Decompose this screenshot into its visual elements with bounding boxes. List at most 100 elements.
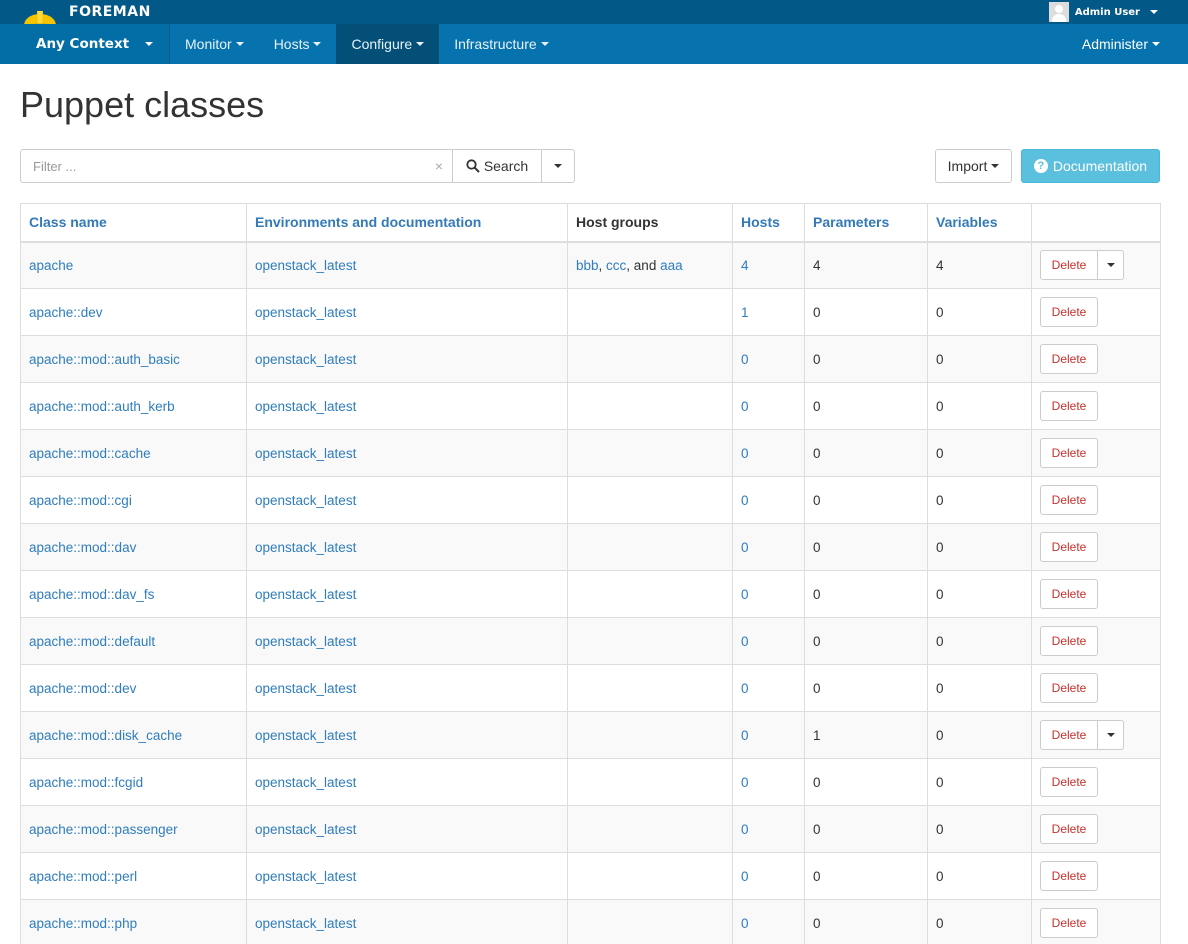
search-button[interactable]: Search bbox=[453, 149, 542, 183]
delete-button[interactable]: Delete bbox=[1040, 532, 1098, 562]
hosts-count-link[interactable]: 0 bbox=[741, 352, 749, 367]
parameters-cell: 0 bbox=[804, 617, 928, 665]
environment-link[interactable]: openstack_latest bbox=[255, 446, 356, 461]
host-group-link[interactable]: aaa bbox=[660, 258, 683, 273]
parameters-count: 0 bbox=[813, 492, 821, 508]
environment-link[interactable]: openstack_latest bbox=[255, 399, 356, 414]
actions-cell: Delete bbox=[1031, 899, 1161, 944]
environment-link[interactable]: openstack_latest bbox=[255, 869, 356, 884]
delete-button[interactable]: Delete bbox=[1040, 297, 1098, 327]
environment-link[interactable]: openstack_latest bbox=[255, 634, 356, 649]
delete-button[interactable]: Delete bbox=[1040, 767, 1098, 797]
delete-button[interactable]: Delete bbox=[1040, 720, 1098, 750]
hosts-count-link[interactable]: 0 bbox=[741, 587, 749, 602]
environment-cell: openstack_latest bbox=[246, 429, 568, 477]
bookmarks-dropdown[interactable] bbox=[541, 149, 575, 183]
delete-button[interactable]: Delete bbox=[1040, 814, 1098, 844]
documentation-button[interactable]: ? Documentation bbox=[1021, 149, 1160, 183]
environment-link[interactable]: openstack_latest bbox=[255, 540, 356, 555]
hosts-count-link[interactable]: 0 bbox=[741, 446, 749, 461]
hosts-count-link[interactable]: 0 bbox=[741, 775, 749, 790]
environment-link[interactable]: openstack_latest bbox=[255, 916, 356, 931]
nav-monitor[interactable]: Monitor bbox=[170, 24, 259, 64]
header-variables[interactable]: Variables bbox=[927, 203, 1032, 243]
environment-link[interactable]: openstack_latest bbox=[255, 352, 356, 367]
header-environments[interactable]: Environments and documentation bbox=[246, 203, 568, 243]
class-name-link[interactable]: apache::mod::php bbox=[29, 916, 137, 931]
delete-button[interactable]: Delete bbox=[1040, 344, 1098, 374]
delete-button[interactable]: Delete bbox=[1040, 485, 1098, 515]
hosts-count-link[interactable]: 0 bbox=[741, 728, 749, 743]
class-name-link[interactable]: apache::mod::passenger bbox=[29, 822, 178, 837]
table-body: apache openstack_latest bbb, ccc, and aaa 4… bbox=[20, 241, 1161, 944]
class-name-link[interactable]: apache::mod::dav_fs bbox=[29, 587, 154, 602]
environment-link[interactable]: openstack_latest bbox=[255, 305, 356, 320]
environment-link[interactable]: openstack_latest bbox=[255, 775, 356, 790]
nav-infrastructure[interactable]: Infrastructure bbox=[439, 24, 563, 64]
delete-button[interactable]: Delete bbox=[1040, 673, 1098, 703]
environment-link[interactable]: openstack_latest bbox=[255, 587, 356, 602]
hosts-count-link[interactable]: 0 bbox=[741, 493, 749, 508]
delete-button[interactable]: Delete bbox=[1040, 626, 1098, 656]
class-name-link[interactable]: apache::mod::fcgid bbox=[29, 775, 143, 790]
host-group-separator: , and bbox=[626, 257, 661, 273]
nav-administer[interactable]: Administer bbox=[1082, 24, 1160, 64]
class-name-link[interactable]: apache::mod::auth_basic bbox=[29, 352, 180, 367]
hosts-count-link[interactable]: 1 bbox=[741, 305, 749, 320]
delete-button[interactable]: Delete bbox=[1040, 861, 1098, 891]
hosts-count-link[interactable]: 0 bbox=[741, 634, 749, 649]
actions-cell: Delete bbox=[1031, 852, 1161, 900]
delete-button[interactable]: Delete bbox=[1040, 579, 1098, 609]
environment-cell: openstack_latest bbox=[246, 758, 568, 806]
search-input[interactable]: Filter ... × bbox=[20, 149, 453, 183]
environment-link[interactable]: openstack_latest bbox=[255, 728, 356, 743]
class-name-link[interactable]: apache::mod::cache bbox=[29, 446, 151, 461]
hosts-count-link[interactable]: 0 bbox=[741, 399, 749, 414]
documentation-label: Documentation bbox=[1052, 158, 1148, 174]
environment-link[interactable]: openstack_latest bbox=[255, 493, 356, 508]
nav-label: Configure bbox=[351, 36, 413, 52]
delete-button[interactable]: Delete bbox=[1040, 908, 1098, 938]
hosts-count-link[interactable]: 0 bbox=[741, 540, 749, 555]
nav-hosts[interactable]: Hosts bbox=[259, 24, 337, 64]
actions-dropdown-button[interactable] bbox=[1098, 720, 1124, 750]
context-selector[interactable]: Any Context bbox=[0, 24, 170, 64]
header-hosts[interactable]: Hosts bbox=[732, 203, 805, 243]
class-name-link[interactable]: apache::mod::disk_cache bbox=[29, 728, 182, 743]
class-name-link[interactable]: apache bbox=[29, 258, 73, 273]
delete-button[interactable]: Delete bbox=[1040, 250, 1098, 281]
action-button-group: Delete bbox=[1040, 391, 1152, 421]
import-label: Import bbox=[947, 158, 988, 174]
parameters-count: 0 bbox=[813, 868, 821, 884]
environment-link[interactable]: openstack_latest bbox=[255, 822, 356, 837]
hosts-count-link[interactable]: 4 bbox=[741, 258, 749, 273]
environment-link[interactable]: openstack_latest bbox=[255, 681, 356, 696]
hosts-count-link[interactable]: 0 bbox=[741, 681, 749, 696]
class-name-link[interactable]: apache::mod::perl bbox=[29, 869, 137, 884]
host-group-link[interactable]: bbb bbox=[576, 258, 599, 273]
nav-configure[interactable]: Configure bbox=[336, 24, 440, 64]
user-menu[interactable]: Admin User bbox=[1048, 0, 1158, 24]
class-name-link[interactable]: apache::mod::default bbox=[29, 634, 155, 649]
host-group-link[interactable]: ccc bbox=[606, 258, 626, 273]
class-name-link[interactable]: apache::dev bbox=[29, 305, 103, 320]
foreman-logo[interactable]: FOREMAN bbox=[20, 0, 151, 31]
actions-dropdown-button[interactable] bbox=[1098, 250, 1124, 281]
class-name-link[interactable]: apache::mod::cgi bbox=[29, 493, 132, 508]
class-name-link[interactable]: apache::mod::dav bbox=[29, 540, 136, 555]
delete-button[interactable]: Delete bbox=[1040, 438, 1098, 468]
parameters-count: 0 bbox=[813, 539, 821, 555]
hosts-count-link[interactable]: 0 bbox=[741, 822, 749, 837]
class-name-link[interactable]: apache::mod::dev bbox=[29, 681, 136, 696]
environment-link[interactable]: openstack_latest bbox=[255, 258, 356, 273]
delete-button[interactable]: Delete bbox=[1040, 391, 1098, 421]
hosts-count-link[interactable]: 0 bbox=[741, 869, 749, 884]
host-groups-cell bbox=[567, 805, 733, 853]
header-parameters[interactable]: Parameters bbox=[804, 203, 928, 243]
header-class-name[interactable]: Class name bbox=[20, 203, 247, 243]
clear-icon[interactable]: × bbox=[435, 158, 443, 174]
actions-cell: Delete bbox=[1031, 711, 1161, 759]
hosts-count-link[interactable]: 0 bbox=[741, 916, 749, 931]
import-button[interactable]: Import bbox=[935, 149, 1012, 183]
class-name-link[interactable]: apache::mod::auth_kerb bbox=[29, 399, 175, 414]
